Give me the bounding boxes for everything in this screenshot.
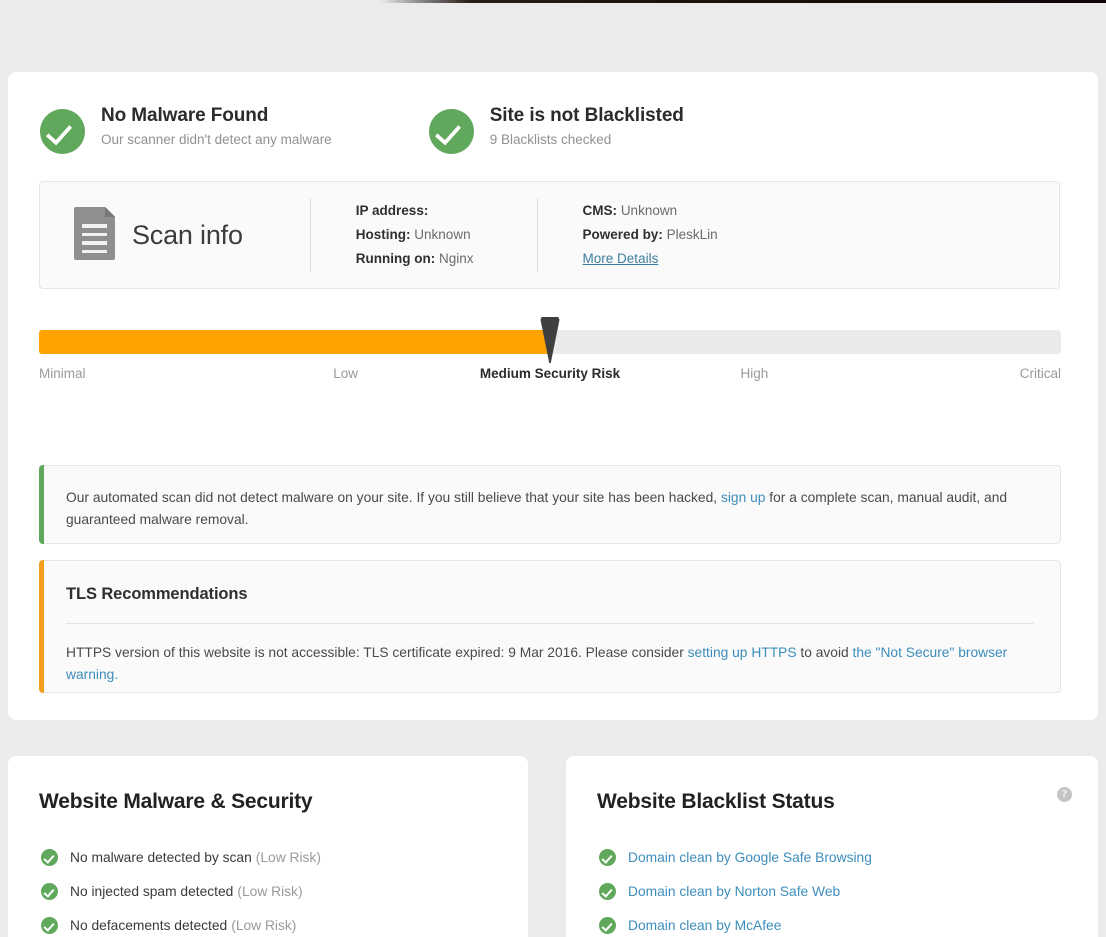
divider (536, 198, 538, 272)
tls-text-1: HTTPS version of this website is not acc… (66, 645, 688, 660)
info-running-on-value: Nginx (439, 251, 474, 266)
info-ip-address: IP address: (356, 199, 474, 223)
info-hosting-value: Unknown (414, 227, 471, 242)
tls-text-2: to avoid (796, 645, 853, 660)
info-cms: CMS: Unknown (583, 199, 718, 223)
list-item-label: No defacements detected (70, 917, 228, 933)
list-item[interactable]: Domain clean by Norton Safe Web (566, 874, 1098, 908)
gauge-label: Medium Security Risk (479, 366, 621, 381)
info-running-on: Running on: Nginx (356, 247, 474, 271)
status-malware-title: No Malware Found (101, 105, 269, 126)
check-circle-icon (599, 848, 616, 866)
sign-up-link[interactable]: sign up (721, 490, 766, 505)
scan-result-alert: Our automated scan did not detect malwar… (39, 465, 1061, 544)
status-blacklist-title: Site is not Blacklisted (489, 105, 684, 126)
website-malware-security-card: Website Malware & Security No malware de… (8, 756, 528, 937)
info-powered-by: Powered by: PleskLin (583, 223, 718, 247)
gauge-label: Critical (1019, 366, 1061, 381)
list-item-label: No injected spam detected (70, 883, 234, 899)
tls-recommendations-panel: TLS Recommendations HTTPS version of thi… (39, 560, 1061, 693)
status-malware-subtitle: Our scanner didn't detect any malware (101, 132, 332, 147)
check-circle-icon (41, 882, 58, 900)
gauge-fill (39, 330, 550, 354)
list-item-label[interactable]: Domain clean by Norton Safe Web (628, 884, 840, 899)
gauge-label: Low (333, 366, 358, 381)
alert-accent-bar (39, 560, 44, 693)
scan-alert-text-before: Our automated scan did not detect malwar… (66, 490, 721, 505)
list-item-label[interactable]: Domain clean by Google Safe Browsing (628, 850, 872, 865)
alert-accent-bar (39, 465, 44, 544)
list-item-risk-level: (Low Risk) (231, 917, 297, 933)
gauge-label: Minimal (39, 366, 86, 381)
info-running-on-label: Running on: (355, 251, 436, 266)
divider (309, 198, 311, 272)
status-blacklist-subtitle: 9 Blacklists checked (489, 132, 612, 147)
info-hosting: Hosting: Unknown (356, 223, 474, 247)
tls-panel-text: HTTPS version of this website is not acc… (40, 624, 1060, 686)
scan-info-panel: Scan info IP address: Hosting: Unknown R… (39, 181, 1060, 289)
list-item-risk-level: (Low Risk) (255, 849, 321, 865)
info-hosting-label: Hosting: (355, 227, 411, 242)
check-circle-icon (428, 109, 474, 154)
setting-up-https-link[interactable]: setting up HTTPS (688, 645, 797, 660)
website-blacklist-status-card: Website Blacklist Status ? Domain clean … (566, 756, 1098, 937)
info-cms-value: Unknown (620, 203, 678, 218)
status-malware: No Malware Found Our scanner didn't dete… (40, 105, 332, 154)
info-powered-by-label: Powered by: (582, 227, 663, 242)
check-circle-icon (599, 882, 616, 900)
scan-info-title: Scan info (132, 219, 243, 250)
scan-info-right-column: CMS: Unknown Powered by: PleskLin More D… (583, 199, 718, 271)
security-risk-gauge: Minimal Low Medium Security Risk High Critic… (39, 317, 1061, 386)
scan-info-left-column: IP address: Hosting: Unknown Running on:… (356, 199, 474, 271)
tls-panel-heading: TLS Recommendations (66, 585, 248, 603)
gauge-labels: Minimal Low Medium Security Risk High Critic… (39, 366, 1061, 386)
check-circle-icon (41, 848, 58, 866)
info-ip-address-label: IP address: (355, 203, 429, 218)
list-item-label[interactable]: Domain clean by McAfee (628, 918, 781, 933)
document-icon (71, 207, 115, 263)
blacklist-card-heading: Website Blacklist Status (597, 790, 835, 813)
malware-card-heading: Website Malware & Security (39, 790, 313, 813)
list-item: No injected spam detected (Low Risk) (8, 874, 528, 908)
gauge-label: High (740, 366, 769, 381)
list-item[interactable]: Domain clean by McAfee (566, 908, 1098, 937)
check-circle-icon (599, 916, 616, 934)
check-circle-icon (40, 109, 85, 154)
list-item: No malware detected by scan (Low Risk) (8, 840, 528, 874)
page-top-edge (0, 0, 1106, 3)
status-summary-row: No Malware Found Our scanner didn't dete… (40, 105, 684, 154)
scan-summary-card: No Malware Found Our scanner didn't dete… (8, 72, 1098, 720)
list-item-risk-level: (Low Risk) (237, 883, 303, 899)
list-item[interactable]: Domain clean by Google Safe Browsing (566, 840, 1098, 874)
status-blacklist: Site is not Blacklisted 9 Blacklists che… (428, 105, 684, 154)
blacklist-checks-list: Domain clean by Google Safe Browsing Doma… (566, 814, 1098, 937)
info-cms-label: CMS: (582, 203, 618, 218)
more-details-link[interactable]: More Details (583, 247, 659, 271)
list-item: No defacements detected (Low Risk) (8, 908, 528, 937)
malware-checks-list: No malware detected by scan (Low Risk) No … (8, 814, 528, 937)
help-question-icon[interactable]: ? (1057, 787, 1072, 802)
gauge-track (39, 317, 1061, 363)
scan-result-alert-text: Our automated scan did not detect malwar… (40, 466, 1060, 531)
check-circle-icon (41, 916, 58, 934)
list-item-label: No malware detected by scan (70, 849, 252, 865)
info-powered-by-value: PleskLin (666, 227, 718, 242)
scan-report-page: No Malware Found Our scanner didn't dete… (0, 0, 1106, 937)
